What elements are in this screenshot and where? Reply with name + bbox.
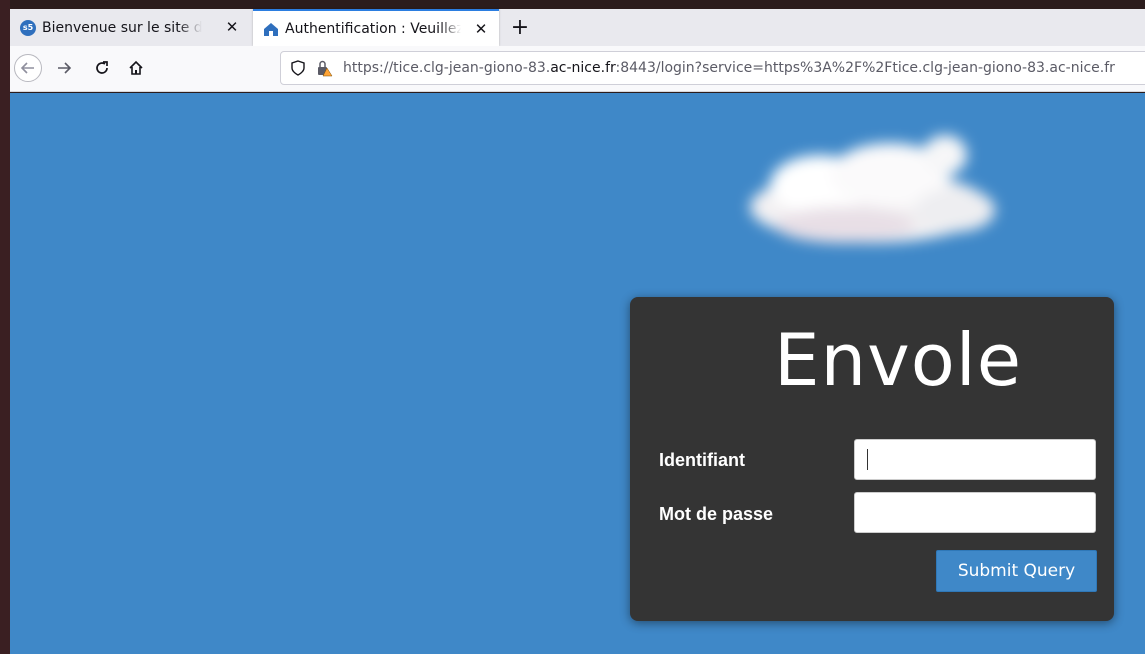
username-label: Identifiant	[659, 450, 745, 470]
page-content: Envole Identifiant Mot de passe Submit Q…	[10, 93, 1145, 654]
text-cursor	[867, 449, 868, 470]
shield-icon[interactable]	[289, 59, 307, 77]
s5-favicon-icon: s5	[20, 19, 36, 36]
tab-title: Bienvenue sur le site du coll	[42, 19, 202, 36]
reload-button[interactable]	[88, 54, 116, 82]
url-text[interactable]: https://tice.clg-jean-giono-83.ac-nice.f…	[343, 60, 1115, 76]
close-tab-icon[interactable]: ✕	[222, 17, 242, 37]
tab-title: Authentification : Veuillez	[285, 20, 461, 37]
home-icon	[129, 60, 143, 75]
url-prefix: https://tice.clg-jean-giono-83.	[343, 60, 551, 76]
login-panel: Envole Identifiant Mot de passe Submit Q…	[630, 297, 1114, 621]
reload-icon	[96, 61, 108, 74]
forward-button[interactable]	[50, 54, 78, 82]
tab-bar: s5 Bienvenue sur le site du coll ✕ Authe…	[10, 9, 1145, 46]
navigation-toolbar: https://tice.clg-jean-giono-83.ac-nice.f…	[10, 46, 1145, 92]
back-arrow-icon	[20, 62, 34, 74]
submit-button[interactable]: Submit Query	[936, 550, 1097, 592]
url-suffix: :8443/login?service=https%3A%2F%2Ftice.c…	[615, 60, 1115, 76]
username-input[interactable]	[854, 439, 1096, 480]
password-label: Mot de passe	[659, 504, 774, 524]
new-tab-button[interactable]: +	[502, 9, 538, 46]
back-button[interactable]	[14, 54, 42, 82]
url-host: ac-nice.fr	[550, 60, 616, 76]
insecure-lock-icon[interactable]	[315, 59, 333, 77]
close-tab-icon[interactable]: ✕	[471, 19, 491, 39]
house-favicon-icon	[263, 21, 279, 37]
home-button[interactable]	[122, 54, 150, 82]
forward-arrow-icon	[58, 62, 72, 74]
brand-title: Envole	[773, 318, 1023, 402]
password-input[interactable]	[854, 492, 1096, 533]
cloud-image	[750, 135, 995, 243]
window-edge	[0, 0, 10, 654]
tab-bienvenue[interactable]: s5 Bienvenue sur le site du coll ✕	[10, 9, 250, 46]
tab-authentification[interactable]: Authentification : Veuillez ✕	[253, 9, 499, 46]
address-bar[interactable]: https://tice.clg-jean-giono-83.ac-nice.f…	[280, 51, 1145, 85]
